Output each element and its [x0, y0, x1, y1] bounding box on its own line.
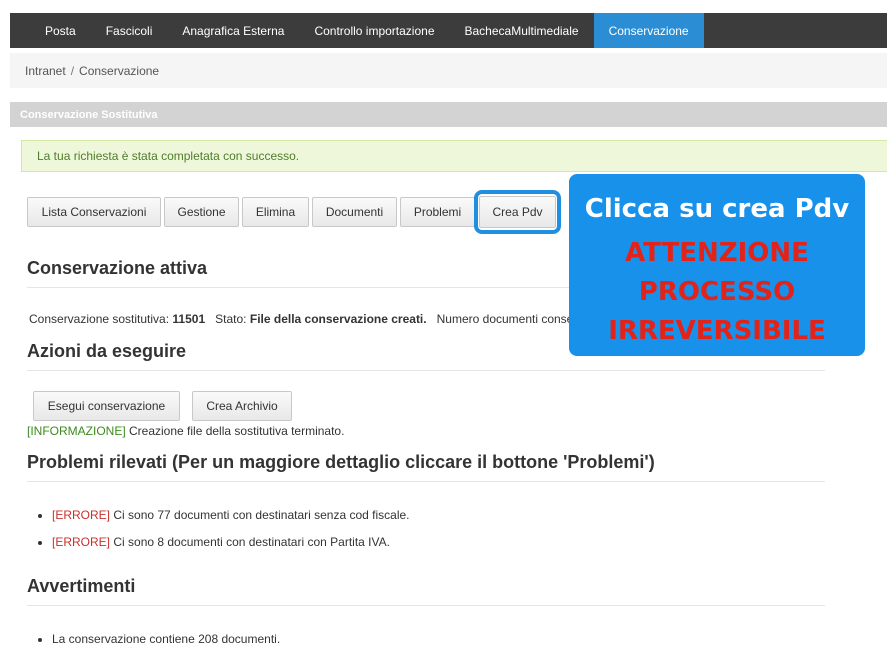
error-text: Ci sono 77 documenti con destinatari sen… [110, 508, 410, 522]
esegui-conservazione-button[interactable]: Esegui conservazione [33, 391, 180, 421]
problems-heading: Problemi rilevati (Per un maggiore detta… [27, 452, 655, 472]
crea-pdv-highlight-ring [474, 190, 561, 234]
top-strip [0, 0, 887, 13]
conservation-id-value: 11501 [172, 312, 206, 326]
success-alert-message: La tua richiesta è stata completata con … [37, 149, 300, 163]
log-info-tag: [INFORMAZIONE] [27, 424, 126, 438]
lista-conservazioni-button[interactable]: Lista Conservazioni [27, 197, 161, 227]
log-message: [INFORMAZIONE] Creazione file della sost… [27, 424, 344, 438]
breadcrumb: Intranet / Conservazione [10, 53, 887, 88]
problems-list: [ERRORE] Ci sono 77 documenti con destin… [27, 508, 410, 549]
status-label: Stato: [215, 312, 247, 326]
breadcrumb-separator: / [70, 63, 75, 78]
error-tag: [ERRORE] [52, 508, 111, 522]
conservation-info-line: Conservazione sostitutiva: 11501 Stato: … [29, 312, 573, 326]
list-item: La conservazione contiene 208 documenti. [52, 632, 280, 646]
nav-item-controllo-importazione[interactable]: Controllo importazione [299, 13, 449, 48]
success-alert: La tua richiesta è stata completata con … [21, 140, 887, 172]
breadcrumb-intranet-link[interactable]: Intranet [25, 64, 66, 78]
gestione-button[interactable]: Gestione [164, 197, 239, 227]
nav-item-fascicoli[interactable]: Fascicoli [91, 13, 168, 48]
nav-item-anagrafica-esterna[interactable]: Anagrafica Esterna [167, 13, 299, 48]
nav-item-conservazione[interactable]: Conservazione [593, 13, 704, 48]
callout-warning-line: ATTENZIONE [625, 238, 809, 268]
divider [27, 481, 825, 482]
status-value: File della conservazione creati. [249, 312, 427, 326]
conservation-id-label: Conservazione sostitutiva: [29, 312, 170, 326]
callout-warning-line: IRREVERSIBILE [608, 316, 826, 346]
crea-archivio-button[interactable]: Crea Archivio [192, 391, 292, 421]
documenti-button[interactable]: Documenti [312, 197, 397, 227]
nav-item-bacheca-multimediale[interactable]: BachecaMultimediale [450, 13, 594, 48]
error-tag: [ERRORE] [52, 535, 111, 549]
panel-title: Conservazione Sostitutiva [10, 102, 887, 127]
instruction-callout: Clicca su crea Pdv ATTENZIONE PROCESSO I… [569, 174, 865, 356]
error-text: Ci sono 8 documenti con destinatari con … [110, 535, 390, 549]
list-item: [ERRORE] Ci sono 77 documenti con destin… [52, 508, 410, 522]
nav-item-posta[interactable]: Posta [10, 13, 91, 48]
divider [27, 605, 825, 606]
breadcrumb-current: Conservazione [79, 63, 160, 78]
divider [27, 370, 825, 371]
problemi-button[interactable]: Problemi [400, 197, 475, 227]
elimina-button[interactable]: Elimina [242, 197, 309, 227]
warnings-list: La conservazione contiene 208 documenti. [27, 632, 280, 646]
log-text: Creazione file della sostitutiva termina… [125, 424, 345, 438]
callout-warning: ATTENZIONE PROCESSO IRREVERSIBILE [569, 234, 865, 351]
warnings-heading: Avvertimenti [27, 576, 136, 596]
list-item: [ERRORE] Ci sono 8 documenti con destina… [52, 535, 410, 549]
actions-heading: Azioni da eseguire [27, 341, 187, 361]
main-navbar: Posta Fascicoli Anagrafica Esterna Contr… [10, 13, 887, 48]
callout-warning-line: PROCESSO [638, 277, 796, 307]
callout-title: Clicca su crea Pdv [584, 194, 850, 224]
document-count-label: Numero documenti conse [436, 312, 574, 326]
active-conservation-heading: Conservazione attiva [27, 258, 208, 278]
